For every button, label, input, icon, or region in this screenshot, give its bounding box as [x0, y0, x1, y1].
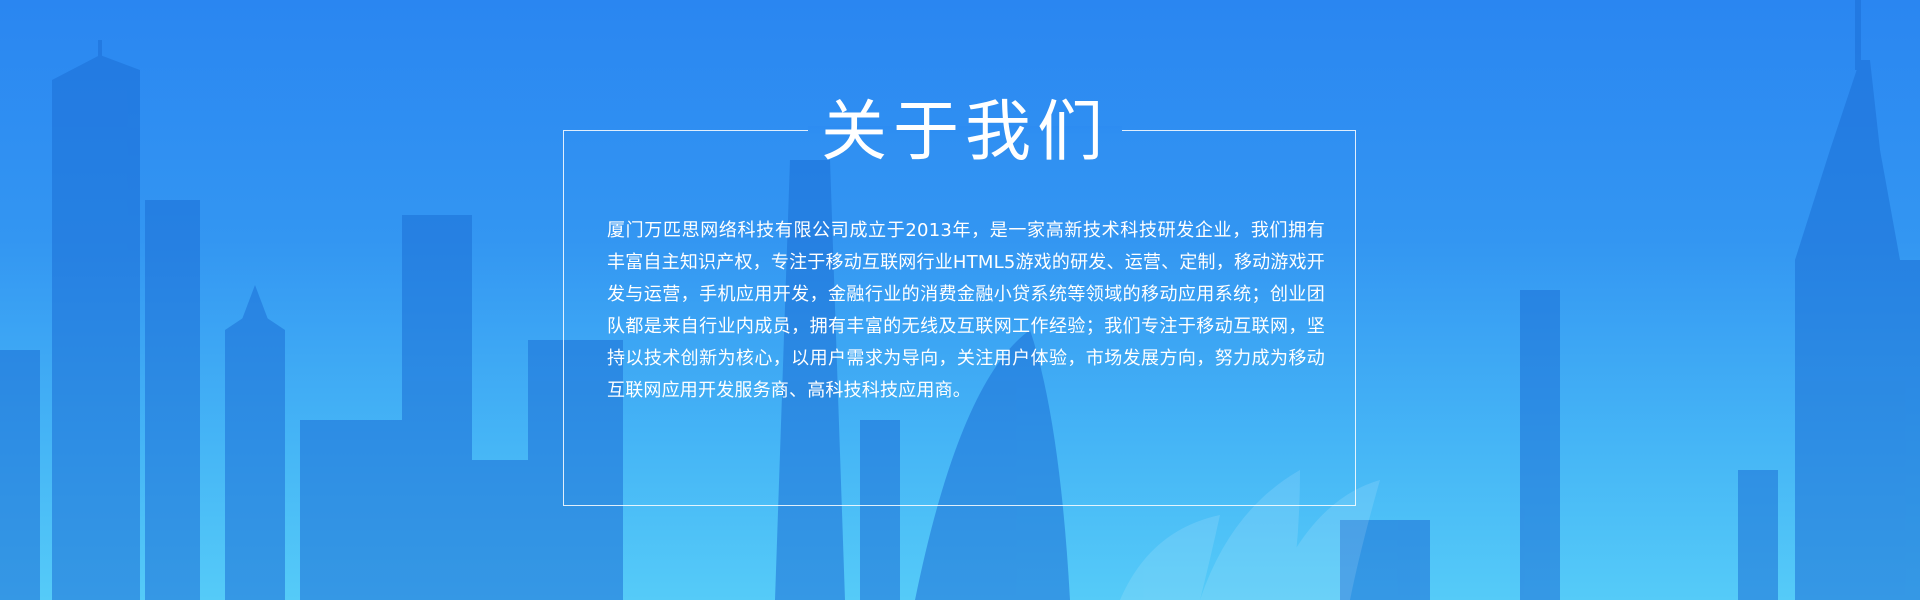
about-description: 厦门万匹思网络科技有限公司成立于2013年，是一家高新技术科技研发企业，我们拥有…	[607, 220, 1325, 401]
about-us-banner: 关于我们 厦门万匹思网络科技有限公司成立于2013年，是一家高新技术科技研发企业…	[0, 0, 1920, 600]
about-title: 关于我们	[821, 93, 1109, 170]
